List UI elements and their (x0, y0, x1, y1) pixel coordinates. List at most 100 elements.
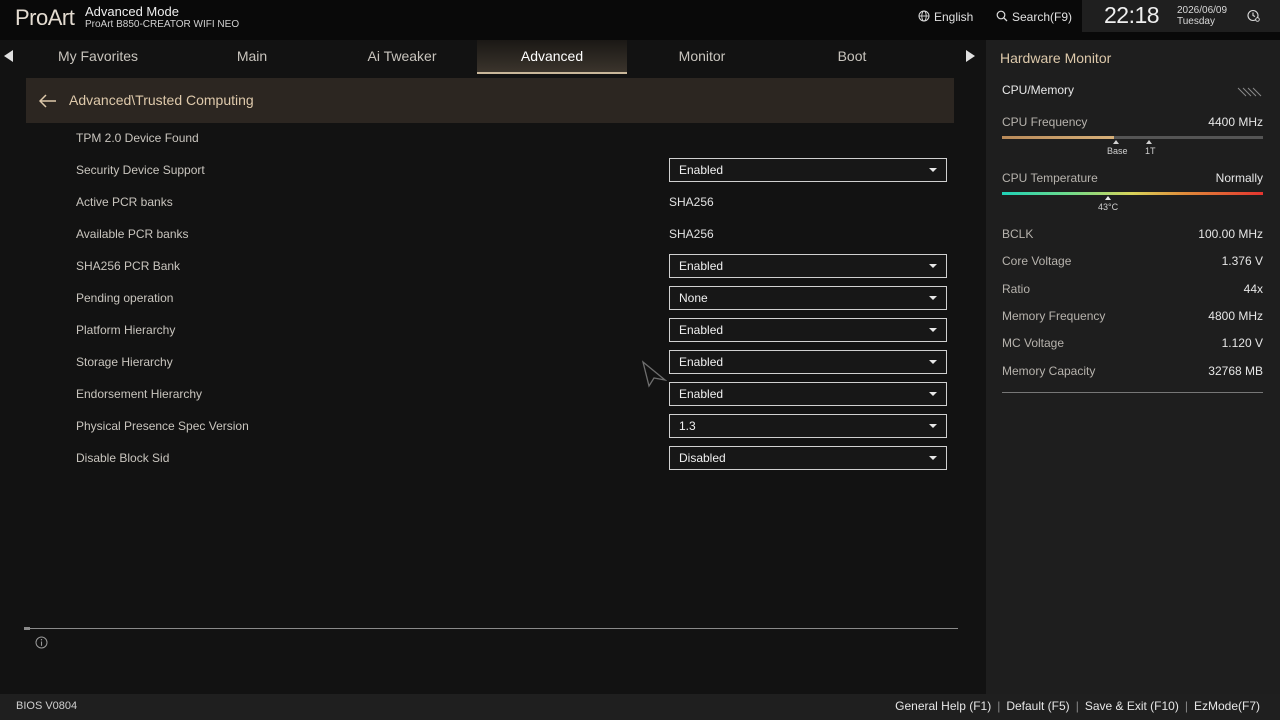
clock-box[interactable]: 22:18 2026/06/09 Tuesday (1082, 0, 1280, 32)
language-label: English (934, 10, 974, 24)
setting-label-disable-block-sid: Disable Block Sid (76, 451, 170, 465)
disable-block-sid-select[interactable]: Disabled (669, 446, 947, 470)
mc-voltage-label: MC Voltage (1002, 336, 1065, 350)
help-divider (24, 627, 958, 630)
cpu-temperature-bar (1002, 192, 1263, 195)
core-voltage-value: 1.376 V (1221, 254, 1263, 268)
footer-bar: BIOS V0804 General Help (F1) | Default (… (0, 694, 1280, 720)
hw-divider (1002, 392, 1263, 393)
dropdown-value: None (679, 291, 708, 305)
memory-frequency-value: 4800 MHz (1208, 309, 1263, 323)
setting-label-available-pcr-banks: Available PCR banks (76, 227, 189, 241)
tab-main[interactable]: Main (177, 40, 327, 74)
memory-frequency-label: Memory Frequency (1002, 309, 1106, 323)
ezmode-link[interactable]: EzMode(F7) (1194, 699, 1260, 713)
endorsement-hierarchy-select[interactable]: Enabled (669, 382, 947, 406)
dropdown-value: Enabled (679, 323, 724, 337)
platform-hierarchy-select[interactable]: Enabled (669, 318, 947, 342)
separator: | (997, 699, 1001, 713)
clock-weekday: Tuesday (1177, 16, 1215, 27)
tab-advanced[interactable]: Advanced (477, 40, 627, 74)
clock-time: 22:18 (1104, 2, 1160, 28)
setting-label-active-pcr-banks: Active PCR banks (76, 195, 173, 209)
memory-capacity-label: Memory Capacity (1002, 364, 1096, 378)
bios-version: BIOS V0804 (16, 700, 78, 712)
cpu-frequency-value: 4400 MHz (1208, 115, 1263, 129)
chevron-down-icon (929, 168, 937, 172)
cpu-frequency-label: CPU Frequency (1002, 115, 1088, 129)
cpu-frequency-bar-fill (1002, 136, 1115, 139)
tab-monitor[interactable]: Monitor (627, 40, 777, 74)
available-pcr-banks-value: SHA256 (669, 227, 714, 241)
dropdown-value: Enabled (679, 163, 724, 177)
security-device-support-select[interactable]: Enabled (669, 158, 947, 182)
setting-label-storage-hierarchy: Storage Hierarchy (76, 355, 173, 369)
core-voltage-label: Core Voltage (1002, 254, 1072, 268)
cpu-temperature-value: Normally (1215, 171, 1263, 185)
clock-date: 2026/06/09 (1177, 5, 1228, 16)
setting-label-physical-presence-spec-version: Physical Presence Spec Version (76, 419, 249, 433)
search-button[interactable]: Search(F9) (996, 9, 1072, 25)
chevron-down-icon (929, 392, 937, 396)
hardware-monitor-panel: Hardware Monitor CPU/Memory CPU Frequenc… (986, 40, 1280, 694)
chevron-down-icon (929, 456, 937, 460)
tab-ai-tweaker[interactable]: Ai Tweaker (327, 40, 477, 74)
proart-logo: ProArt (15, 5, 75, 30)
tab-boot[interactable]: Boot (777, 40, 927, 74)
dropdown-value: Enabled (679, 259, 724, 273)
breadcrumb-path: Advanced\Trusted Computing (69, 92, 254, 108)
pending-operation-select[interactable]: None (669, 286, 947, 310)
save-exit-link[interactable]: Save & Exit (F10) (1085, 699, 1179, 713)
temperature-marker-label: 43°C (1098, 202, 1119, 212)
setting-label-pending-operation: Pending operation (76, 291, 174, 305)
mouse-cursor-icon (641, 360, 668, 393)
hardware-monitor-title: Hardware Monitor (1000, 50, 1112, 66)
temperature-marker-icon (1105, 196, 1111, 200)
tab-my-favorites[interactable]: My Favorites (23, 40, 173, 74)
storage-hierarchy-select[interactable]: Enabled (669, 350, 947, 374)
footer-links: General Help (F1) | Default (F5) | Save … (895, 699, 1260, 713)
search-label: Search(F9) (1012, 10, 1073, 24)
general-help-link[interactable]: General Help (F1) (895, 699, 991, 713)
hw-section-title: CPU/Memory (1002, 83, 1075, 97)
breadcrumb: Advanced\Trusted Computing (26, 78, 954, 123)
separator: | (1075, 699, 1079, 713)
top-bar: ProArt Advanced Mode ProArt B850-CREATOR… (0, 0, 1280, 40)
chevron-down-icon (929, 360, 937, 364)
separator: | (1184, 699, 1188, 713)
active-pcr-banks-value: SHA256 (669, 195, 714, 209)
dropdown-value: 1.3 (679, 419, 696, 433)
globe-icon (918, 10, 930, 25)
board-name: ProArt B850-CREATOR WIFI NEO (85, 19, 240, 30)
chevron-down-icon (929, 264, 937, 268)
main-panel: Advanced\Trusted Computing TPM 2.0 Devic… (0, 74, 982, 694)
one-t-marker-label: 1T (1145, 146, 1156, 156)
default-link[interactable]: Default (F5) (1006, 699, 1069, 713)
setting-label-sha256-pcr-bank: SHA256 PCR Bank (76, 259, 181, 273)
chevron-down-icon (929, 424, 937, 428)
cpu-temperature-label: CPU Temperature (1002, 171, 1098, 185)
clock-settings-icon[interactable] (1247, 9, 1260, 27)
base-marker-label: Base (1107, 146, 1128, 156)
memory-capacity-value: 32768 MB (1208, 364, 1263, 378)
sha256-pcr-bank-select[interactable]: Enabled (669, 254, 947, 278)
bclk-label: BCLK (1002, 227, 1034, 241)
mode-title: Advanced Mode (85, 4, 179, 19)
setting-label-endorsement-hierarchy: Endorsement Hierarchy (76, 387, 203, 401)
cpu-frequency-bar (1002, 136, 1263, 139)
language-button[interactable]: English (918, 9, 973, 25)
base-marker-icon (1113, 140, 1119, 144)
info-icon (35, 636, 48, 654)
dropdown-value: Enabled (679, 387, 724, 401)
mc-voltage-value: 1.120 V (1221, 336, 1263, 350)
setting-label-security-device-support: Security Device Support (76, 163, 205, 177)
setting-label-tpm-device-found: TPM 2.0 Device Found (76, 131, 199, 145)
tab-scroll-right-icon[interactable] (966, 50, 975, 62)
setting-label-platform-hierarchy: Platform Hierarchy (76, 323, 176, 337)
collapse-stripes-icon[interactable] (1236, 84, 1262, 102)
dropdown-value: Enabled (679, 355, 724, 369)
physical-presence-spec-version-select[interactable]: 1.3 (669, 414, 947, 438)
tab-scroll-left-icon[interactable] (4, 50, 13, 62)
search-icon (996, 10, 1008, 25)
back-arrow-icon[interactable] (38, 94, 57, 113)
